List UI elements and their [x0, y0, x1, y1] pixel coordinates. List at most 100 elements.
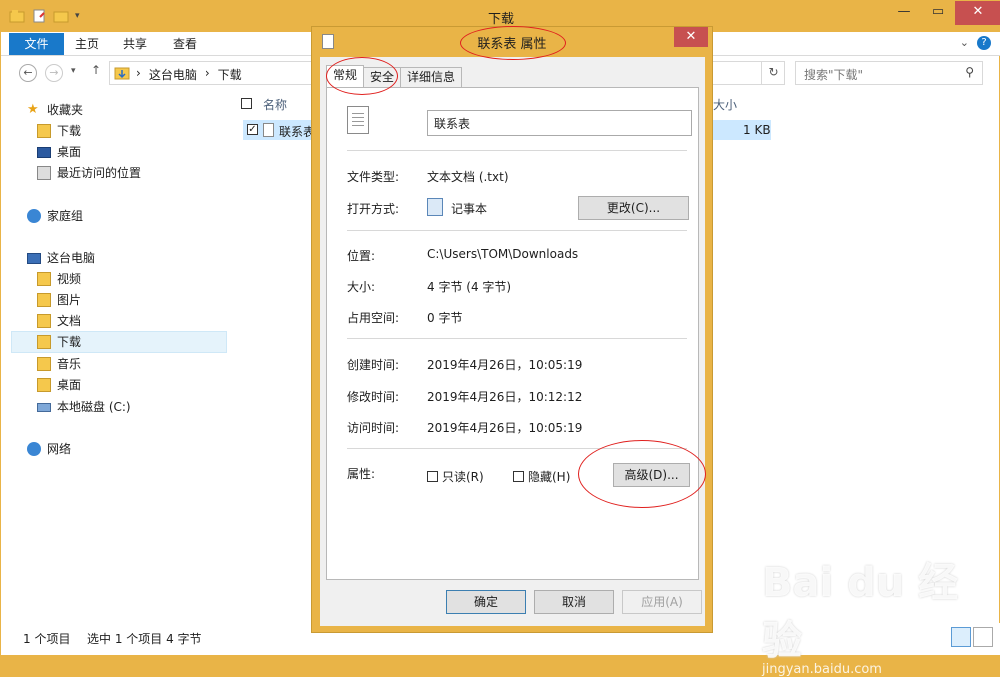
sidebar-item-label: 本地磁盘 (C:)	[57, 400, 131, 414]
breadcrumb-separator-icon: ›	[136, 66, 141, 80]
apply-button[interactable]: 应用(A)	[622, 590, 702, 614]
size-value: 4 字节 (4 字节)	[427, 280, 512, 294]
downloads-folder-icon	[37, 335, 51, 349]
music-folder-icon	[37, 357, 51, 371]
sidebar-item-label: 家庭组	[47, 209, 84, 223]
pictures-folder-icon	[37, 293, 51, 307]
sidebar-item-label: 下载	[57, 335, 82, 349]
help-icon[interactable]: ?	[977, 36, 991, 50]
drive-icon	[37, 402, 51, 412]
desktop-icon	[37, 146, 51, 158]
search-icon[interactable]: ⚲	[965, 65, 974, 79]
location-value: C:\Users\TOM\Downloads	[427, 247, 579, 261]
type-label: 文件类型:	[347, 170, 400, 184]
size-label: 大小:	[347, 280, 376, 294]
tab-home[interactable]: 主页	[75, 33, 99, 55]
sidebar-item-downloads[interactable]: 下载	[37, 120, 227, 142]
watermark-brand: Bai du 经验	[762, 560, 959, 664]
sidebar-item-desktop[interactable]: 桌面	[37, 141, 227, 163]
sidebar-item-network[interactable]: 网络	[27, 438, 227, 460]
refresh-icon[interactable]: ↻	[761, 61, 785, 85]
sidebar-item-downloads-pc[interactable]: 下载	[11, 331, 227, 353]
cancel-button[interactable]: 取消	[534, 590, 614, 614]
location-label: 位置:	[347, 249, 376, 263]
sidebar-item-label: 桌面	[57, 145, 82, 159]
hidden-checkbox[interactable]: 隐藏(H)	[513, 468, 570, 485]
row-checkbox[interactable]: ✓	[247, 124, 258, 135]
tab-view[interactable]: 查看	[173, 33, 197, 55]
notepad-icon	[427, 198, 443, 216]
downloads-folder-icon	[114, 67, 130, 80]
sidebar-item-favorites[interactable]: ★ 收藏夹	[27, 99, 227, 121]
window-controls: — ▭ ✕	[887, 1, 1000, 25]
divider	[347, 150, 687, 151]
sidebar-item-label: 图片	[57, 293, 82, 307]
downloads-folder-icon	[37, 124, 51, 138]
back-icon[interactable]: ←	[19, 64, 37, 82]
item-count: 1 个项目	[23, 632, 71, 646]
readonly-label: 只读(R)	[442, 470, 484, 484]
navigation-pane: ★ 收藏夹 下载 桌面 最近访问的位置 家庭组 这台电脑 视频 图片 文档 下载 …	[1, 89, 229, 623]
up-icon[interactable]: ↑	[91, 63, 101, 77]
sidebar-item-this-pc[interactable]: 这台电脑	[27, 247, 227, 269]
disk-size-label: 占用空间:	[347, 311, 400, 325]
modified-value: 2019年4月26日，10:12:12	[427, 390, 583, 404]
tab-file[interactable]: 文件	[9, 33, 64, 55]
annotation-ellipse	[460, 26, 566, 60]
ok-button[interactable]: 确定	[446, 590, 526, 614]
videos-folder-icon	[37, 272, 51, 286]
tab-share[interactable]: 共享	[123, 33, 147, 55]
chevron-down-icon[interactable]: ⌄	[960, 36, 969, 49]
desktop-folder-icon	[37, 378, 51, 392]
sidebar-item-label: 收藏夹	[47, 103, 84, 117]
annotation-ellipse	[326, 57, 398, 95]
sidebar-item-desktop-pc[interactable]: 桌面	[37, 374, 227, 396]
dialog-close-icon[interactable]: ✕	[674, 27, 708, 47]
sidebar-item-label: 文档	[57, 314, 82, 328]
created-value: 2019年4月26日，10:05:19	[427, 358, 583, 372]
checkbox-box[interactable]	[513, 471, 524, 482]
accessed-value: 2019年4月26日，10:05:19	[427, 421, 583, 435]
checkbox-box[interactable]	[427, 471, 438, 482]
text-file-icon	[263, 123, 274, 137]
computer-icon	[27, 252, 41, 264]
divider	[347, 230, 687, 231]
tab-details[interactable]: 详细信息	[400, 67, 463, 87]
sidebar-item-label: 最近访问的位置	[57, 166, 142, 180]
file-name: 联系表	[279, 125, 316, 139]
search-input[interactable]: 搜索"下载" ⚲	[795, 61, 983, 85]
sidebar-item-recent[interactable]: 最近访问的位置	[37, 162, 227, 184]
breadcrumb-downloads[interactable]: 下载	[218, 66, 242, 83]
recent-dropdown-icon[interactable]: ▾	[71, 66, 76, 76]
recent-places-icon	[37, 166, 51, 180]
type-value: 文本文档 (.txt)	[427, 170, 509, 184]
column-size[interactable]: 大小	[713, 96, 737, 113]
readonly-checkbox[interactable]: 只读(R)	[427, 468, 484, 485]
select-all-checkbox[interactable]	[241, 98, 252, 109]
minimize-icon[interactable]: —	[887, 1, 921, 25]
divider	[347, 338, 687, 339]
sidebar-item-videos[interactable]: 视频	[37, 268, 227, 290]
homegroup-icon	[27, 209, 41, 223]
sidebar-item-label: 下载	[57, 124, 82, 138]
window-title: 下载	[487, 12, 514, 27]
file-name-field[interactable]: 联系表	[427, 110, 692, 136]
close-icon[interactable]: ✕	[955, 1, 1000, 25]
sidebar-item-documents[interactable]: 文档	[37, 310, 227, 332]
sidebar-item-local-disk[interactable]: 本地磁盘 (C:)	[37, 396, 227, 418]
column-name[interactable]: 名称	[263, 96, 287, 113]
breadcrumb-this-pc[interactable]: 这台电脑	[149, 66, 197, 83]
file-size: 1 KB	[743, 123, 771, 137]
search-placeholder: 搜索"下载"	[804, 68, 864, 82]
forward-icon[interactable]: →	[45, 64, 63, 82]
sidebar-item-label: 音乐	[57, 357, 82, 371]
maximize-icon[interactable]: ▭	[921, 1, 955, 25]
sidebar-item-pictures[interactable]: 图片	[37, 289, 227, 311]
watermark-url: jingyan.baidu.com	[762, 662, 882, 677]
sidebar-item-music[interactable]: 音乐	[37, 353, 227, 375]
change-button[interactable]: 更改(C)...	[578, 196, 689, 220]
modified-label: 修改时间:	[347, 390, 400, 404]
network-icon	[27, 442, 41, 456]
sidebar-item-label: 视频	[57, 272, 82, 286]
sidebar-item-homegroup[interactable]: 家庭组	[27, 205, 227, 227]
